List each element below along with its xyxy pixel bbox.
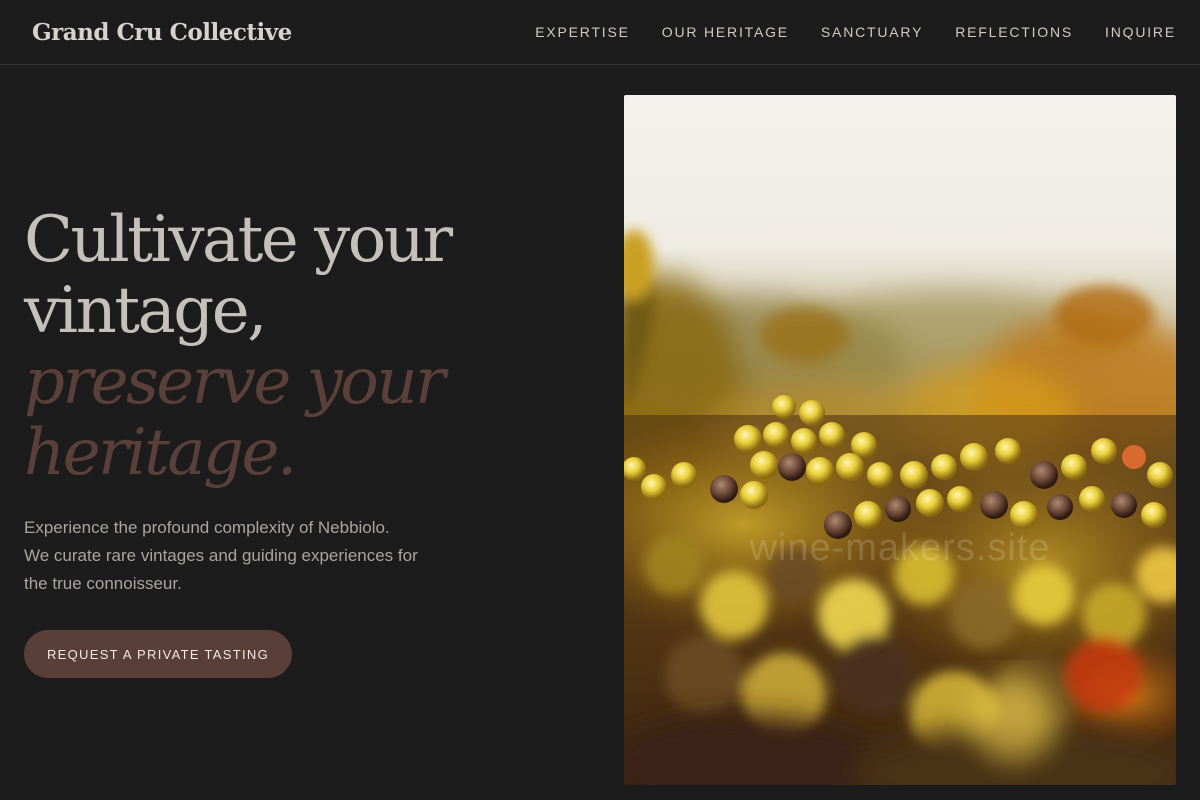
nav-link-expertise[interactable]: EXPERTISE — [535, 24, 630, 40]
landing-page: Grand Cru Collective EXPERTISE OUR HERIT… — [0, 0, 1200, 800]
grapes-photo — [624, 95, 1176, 785]
description-line: We curate rare vintages and guiding expe… — [24, 546, 418, 565]
description-line: Experience the profound complexity of Ne… — [24, 518, 390, 537]
headline-line: vintage, — [24, 274, 267, 348]
nav-link-inquire[interactable]: INQUIRE — [1105, 24, 1176, 40]
main-nav: EXPERTISE OUR HERITAGE SANCTUARY REFLECT… — [503, 24, 1176, 40]
hero-description: Experience the profound complexity of Ne… — [24, 514, 494, 598]
description-line: the true connoisseur. — [24, 574, 182, 593]
site-header: Grand Cru Collective EXPERTISE OUR HERIT… — [0, 0, 1200, 65]
image-watermark: wine-makers.site — [749, 527, 1051, 569]
request-tasting-button[interactable]: REQUEST A PRIVATE TASTING — [24, 630, 292, 678]
nav-link-reflections[interactable]: REFLECTIONS — [955, 24, 1073, 40]
hero-headline: Cultivate your vintage, preserve your he… — [24, 205, 544, 489]
hero-grapes-image: wine-makers.site — [624, 95, 1176, 785]
headline-accent-line: heritage. — [24, 416, 297, 490]
headline-line: Cultivate your — [24, 203, 453, 277]
brand-logo[interactable]: Grand Cru Collective — [32, 19, 292, 46]
nav-link-our-heritage[interactable]: OUR HERITAGE — [662, 24, 789, 40]
nav-link-sanctuary[interactable]: SANCTUARY — [821, 24, 923, 40]
hero-section: Cultivate your vintage, preserve your he… — [24, 205, 544, 489]
headline-accent-line: preserve your — [24, 345, 446, 419]
